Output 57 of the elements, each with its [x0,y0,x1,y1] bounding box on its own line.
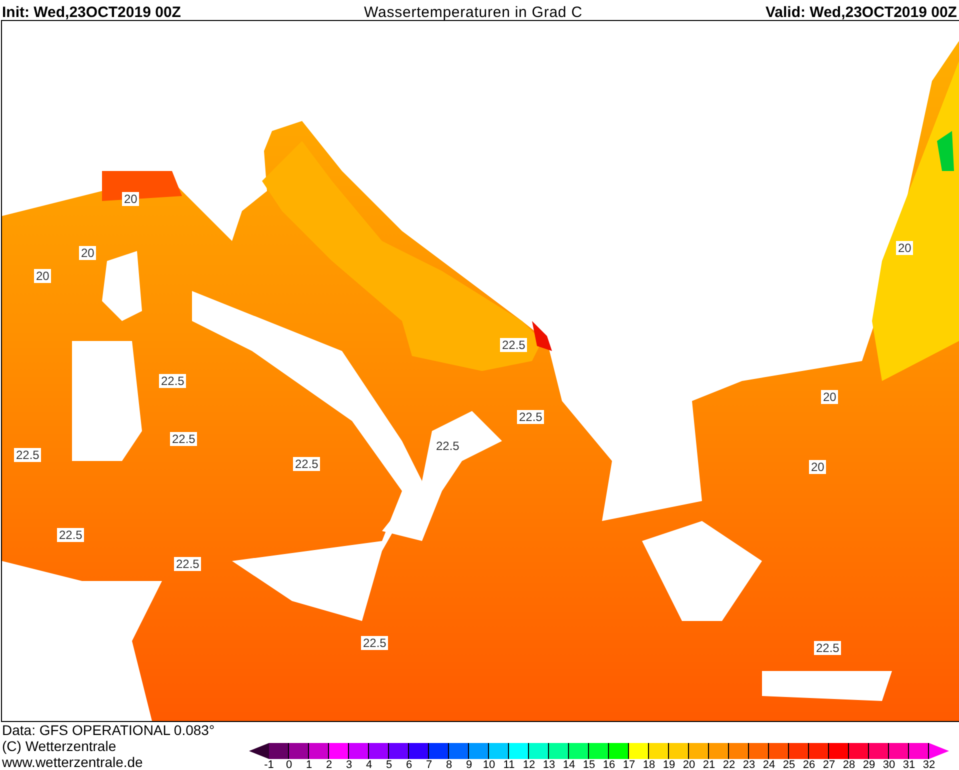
contour-label: 20 [79,246,96,260]
footer-text: www.wetterzentrale.de [2,754,144,770]
legend-tick-label: 14 [562,759,576,770]
contour-label: 22.5 [159,374,186,388]
legend-tick-label: 9 [464,759,474,770]
legend-tick-label: 3 [344,759,354,770]
legend-tick-label: 13 [542,759,556,770]
contour-label: 22.5 [57,528,84,542]
legend-tick-label: 6 [404,759,414,770]
legend-tick-label: 29 [862,759,876,770]
contour-label: 20 [122,192,140,206]
contour-label: 22.5 [517,410,544,424]
legend-tick-label: 12 [522,759,536,770]
legend-tick-label: 1 [304,759,314,770]
legend-tick-label: 17 [622,759,636,770]
legend-tick-label: 31 [902,759,916,770]
legend-tick-label: 18 [642,759,656,770]
legend-tick-label: 32 [922,759,936,770]
legend-tick-label: 20 [682,759,696,770]
contour-label: 22.5 [170,432,198,446]
contour-label: 22.5 [361,636,388,650]
legend-tick-label: 27 [822,759,836,770]
legend-tick-label: -1 [263,759,275,770]
contour-label: 22.5 [174,557,202,571]
footer-text: (C) Wetterzentrale [2,738,118,754]
legend-tick-label: 26 [802,759,816,770]
legend-tick-label: 15 [582,759,596,770]
valid-time: Valid: Wed,23OCT2019 00Z [766,5,957,20]
footer-text: Data: GFS OPERATIONAL 0.083° [2,722,215,738]
legend-tick-label: 23 [742,759,756,770]
contour-label: 20 [896,241,914,255]
legend-tick-label: 28 [842,759,856,770]
contour-label: 22.5 [14,448,42,462]
legend-tick-label: 19 [662,759,676,770]
contour-label: 22.5 [434,439,462,453]
map-title: Wassertemperaturen in Grad C [364,5,582,20]
contour-label: 20 [34,269,52,283]
legend-tick-label: 30 [882,759,896,770]
contour-label: 20 [809,460,826,474]
contour-label: 22.5 [814,641,842,655]
legend-tick-label: 11 [502,759,516,770]
contour-label: 20 [821,390,838,404]
legend-tick-label: 10 [482,759,496,770]
legend-tick-label: 16 [602,759,616,770]
contour-label: 22.5 [293,457,320,471]
init-time: Init: Wed,23OCT2019 00Z [2,5,181,20]
legend-tick-label: 8 [444,759,454,770]
legend-tick-label: 5 [384,759,394,770]
legend-tick-label: 0 [284,759,294,770]
legend-tick-label: 7 [424,759,434,770]
legend-tick-label: 25 [782,759,796,770]
contour-label: 22.5 [500,338,528,352]
legend-tick-label: 24 [762,759,776,770]
legend-tick-label: 21 [702,759,716,770]
legend-tick-label: 2 [324,759,334,770]
legend-tick-label: 4 [364,759,374,770]
legend-tick-label: 22 [722,759,736,770]
